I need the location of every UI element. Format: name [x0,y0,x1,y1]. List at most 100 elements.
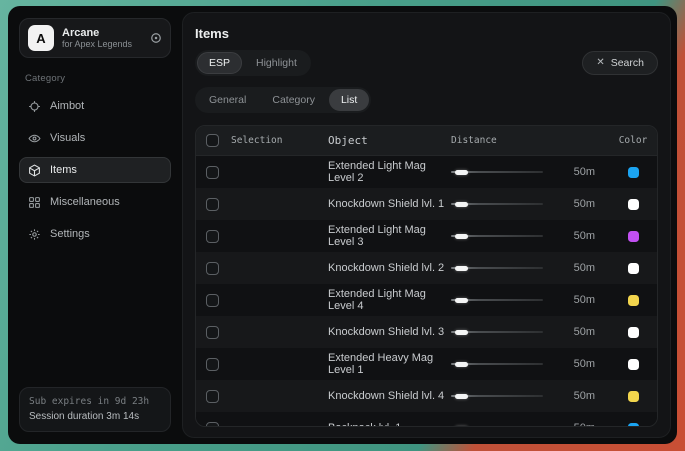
slider-handle[interactable] [455,234,468,239]
grid-icon [28,196,41,209]
brand-text: Arcane for Apex Legends [62,27,142,50]
tab-esp[interactable]: ESP [197,52,242,74]
sidebar-item-settings[interactable]: Settings [19,221,171,247]
table-row: Knockdown Shield lvl. 3 50m [196,316,657,348]
distance-value: 50m [555,390,595,402]
distance-slider[interactable] [451,326,543,338]
color-swatch[interactable] [628,231,639,242]
color-swatch[interactable] [628,327,639,338]
object-label: Knockdown Shield lvl. 4 [328,390,451,402]
row-checkbox[interactable] [206,230,219,243]
view-tabs-row: General Category List [195,87,658,113]
row-checkbox[interactable] [206,326,219,339]
sidebar: A Arcane for Apex Legends Category Aimbo… [14,12,176,438]
sidebar-nav: Aimbot Visuals Items [19,93,171,247]
distance-value: 50m [555,358,595,370]
sub-expiry-text: Sub expires in 9d 23h [29,395,161,409]
tab-general[interactable]: General [197,89,258,111]
color-swatch[interactable] [628,391,639,402]
session-duration-text: Session duration 3m 14s [29,409,161,424]
object-label: Knockdown Shield lvl. 2 [328,262,451,274]
distance-slider[interactable] [451,422,543,427]
column-header-color: Color [609,135,657,146]
sidebar-item-visuals[interactable]: Visuals [19,125,171,151]
distance-slider[interactable] [451,198,543,210]
slider-handle[interactable] [455,266,468,271]
slider-handle[interactable] [455,426,468,428]
column-header-object: Object [328,134,451,147]
table-row: Extended Heavy Mag Level 1 50m [196,348,657,380]
row-checkbox[interactable] [206,358,219,371]
sidebar-item-miscellaneous[interactable]: Miscellaneous [19,189,171,215]
distance-slider[interactable] [451,294,543,306]
color-swatch[interactable] [628,167,639,178]
sidebar-item-label: Miscellaneous [50,196,120,208]
slider-handle[interactable] [455,202,468,207]
distance-value: 50m [555,166,595,178]
slider-handle[interactable] [455,362,468,367]
color-swatch[interactable] [628,359,639,370]
table-row: Backpack lvl. 1 50m [196,412,657,427]
row-checkbox[interactable] [206,294,219,307]
slider-handle[interactable] [455,170,468,175]
color-swatch[interactable] [628,423,639,428]
row-checkbox[interactable] [206,262,219,275]
distance-slider[interactable] [451,358,543,370]
distance-value: 50m [555,230,595,242]
distance-slider[interactable] [451,166,543,178]
object-label: Knockdown Shield lvl. 1 [328,198,451,210]
page-title: Items [195,26,658,41]
table-row: Extended Light Mag Level 4 50m [196,284,657,316]
color-swatch[interactable] [628,295,639,306]
distance-slider[interactable] [451,390,543,402]
app-window: A Arcane for Apex Legends Category Aimbo… [8,6,677,444]
crosshair-icon [28,100,41,113]
view-tabs: General Category List [195,87,371,113]
search-button[interactable]: ✕ Search [582,51,658,75]
object-label: Extended Light Mag Level 4 [328,288,451,312]
object-label: Extended Light Mag Level 2 [328,160,451,184]
select-all-checkbox[interactable] [206,134,219,147]
object-label: Extended Heavy Mag Level 1 [328,352,451,376]
row-checkbox[interactable] [206,390,219,403]
row-checkbox[interactable] [206,422,219,428]
controls-row: ESP Highlight ✕ Search [195,50,658,76]
eye-icon [28,132,41,145]
subscription-info-card: Sub expires in 9d 23h Session duration 3… [19,387,171,432]
x-icon: ✕ [596,58,604,68]
tab-highlight[interactable]: Highlight [244,52,309,74]
sidebar-item-label: Visuals [50,132,85,144]
table-header: Selection Object Distance Color [196,126,657,156]
table-row: Knockdown Shield lvl. 4 50m [196,380,657,412]
sidebar-item-items[interactable]: Items [19,157,171,183]
slider-handle[interactable] [455,394,468,399]
distance-slider[interactable] [451,262,543,274]
distance-value: 50m [555,326,595,338]
slider-handle[interactable] [455,330,468,335]
tab-list[interactable]: List [329,89,369,111]
color-swatch[interactable] [628,263,639,274]
distance-value: 50m [555,262,595,274]
distance-slider[interactable] [451,230,543,242]
row-checkbox[interactable] [206,198,219,211]
brand-logo: A [28,25,54,51]
object-label: Knockdown Shield lvl. 3 [328,326,451,338]
sidebar-item-label: Items [50,164,77,176]
row-checkbox[interactable] [206,166,219,179]
table-row: Extended Light Mag Level 3 50m [196,220,657,252]
slider-handle[interactable] [455,298,468,303]
brand-name: Arcane [62,27,142,40]
sidebar-item-aimbot[interactable]: Aimbot [19,93,171,119]
color-swatch[interactable] [628,199,639,210]
distance-value: 50m [555,422,595,427]
box-icon [28,164,41,177]
column-header-selection: Selection [231,135,282,146]
distance-value: 50m [555,198,595,210]
power-icon[interactable] [150,32,162,44]
sidebar-item-label: Settings [50,228,90,240]
sidebar-item-label: Aimbot [50,100,84,112]
brand-subtitle: for Apex Legends [62,39,142,49]
column-header-distance: Distance [451,135,609,146]
object-label: Extended Light Mag Level 3 [328,224,451,248]
tab-category[interactable]: Category [260,89,327,111]
